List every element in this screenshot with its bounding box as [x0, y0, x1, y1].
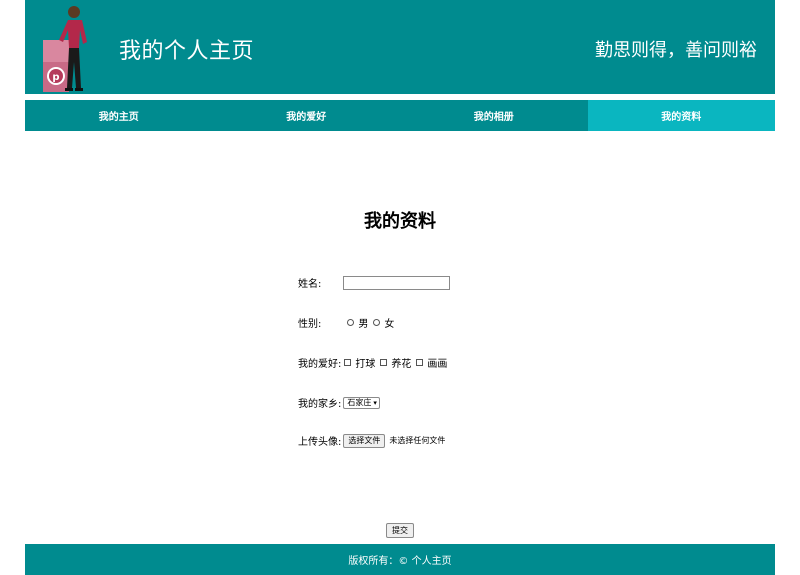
site-footer: 版权所有：© 个人主页: [25, 544, 775, 575]
copyright-text: 版权所有：© 个人主页: [348, 556, 452, 567]
hobby-painting-label: 画画: [427, 359, 448, 370]
page-title: 我的资料: [364, 211, 436, 232]
avatar-label: 上传头像:: [298, 437, 342, 448]
hobby-ball-label: 打球: [355, 359, 376, 370]
hobby-row: 我的爱好: 打球 养花 画画: [298, 355, 452, 370]
gender-label: 性别:: [298, 319, 322, 330]
hobby-ball-checkbox[interactable]: [344, 359, 352, 366]
hometown-label: 我的家乡:: [298, 399, 342, 410]
person-with-pinterest-sign-icon: p: [43, 6, 87, 92]
avatar-row: 上传头像: 选择文件 未选择任何文件: [298, 433, 445, 448]
hobby-painting-checkbox[interactable]: [416, 359, 424, 366]
gender-row: 性别: 男 女: [298, 315, 399, 330]
name-input[interactable]: [343, 275, 451, 290]
name-label: 姓名:: [298, 279, 322, 290]
nav-item-album[interactable]: 我的相册: [400, 100, 588, 131]
chevron-down-icon: ▾: [373, 398, 377, 407]
nav-item-profile[interactable]: 我的资料: [587, 100, 775, 131]
nav-item-home[interactable]: 我的主页: [25, 100, 213, 131]
name-row: 姓名:: [298, 275, 451, 290]
hobby-label: 我的爱好:: [298, 359, 342, 370]
submit-button[interactable]: 提交: [386, 523, 414, 538]
choose-file-button[interactable]: 选择文件: [343, 433, 386, 448]
gender-male-radio[interactable]: [347, 319, 355, 326]
site-motto: 勤思则得，善问则裕: [595, 40, 757, 61]
file-status: 未选择任何文件: [389, 436, 446, 445]
site-header: p 我的个人主页 勤思则得，善问则裕: [25, 0, 775, 94]
hometown-select[interactable]: 石家庄 ▾: [343, 396, 380, 409]
gender-female-radio[interactable]: [373, 319, 381, 326]
hobby-flowers-checkbox[interactable]: [380, 359, 388, 366]
nav-item-hobbies[interactable]: 我的爱好: [213, 100, 401, 131]
gender-male-label: 男: [358, 319, 369, 330]
svg-text:p: p: [52, 72, 59, 83]
hometown-row: 我的家乡: 石家庄 ▾: [298, 395, 380, 410]
gender-female-label: 女: [384, 319, 395, 330]
site-title: 我的个人主页: [119, 39, 255, 64]
hobby-flowers-label: 养花: [391, 359, 412, 370]
main-nav: 我的主页 我的爱好 我的相册 我的资料: [25, 100, 775, 131]
hometown-selected-value: 石家庄: [347, 398, 372, 407]
